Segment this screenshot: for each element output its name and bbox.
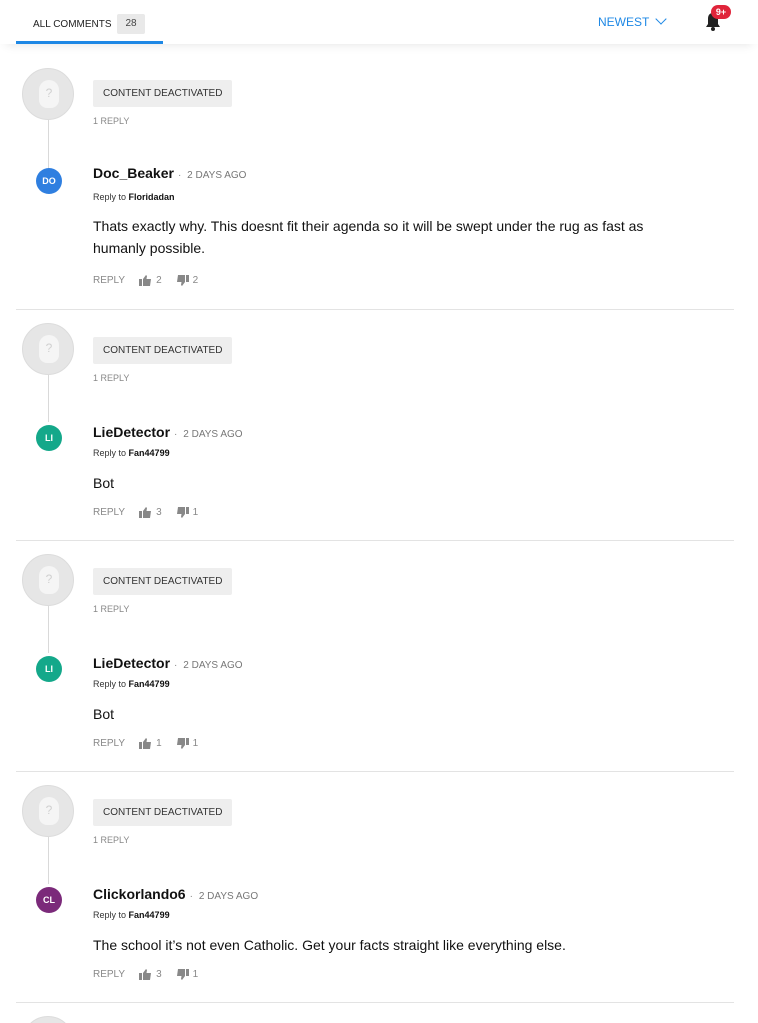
comment-author-row: Clickorlando6 · 2 DAYS AGO — [93, 886, 259, 902]
reply-button[interactable]: REPLY — [93, 969, 125, 980]
thread-line — [48, 120, 49, 172]
comment-actions: REPLY 3 1 — [93, 507, 212, 518]
reply-count-link[interactable]: 1 REPLY — [93, 835, 129, 845]
tab-all-comments[interactable]: ALL COMMENTS 28 — [16, 0, 163, 44]
downvote-count: 1 — [192, 738, 199, 749]
thread-divider — [16, 1002, 734, 1003]
reply-count-link[interactable]: 1 REPLY — [93, 373, 129, 383]
sort-label: NEWEST — [598, 15, 650, 29]
thread-line — [48, 606, 49, 653]
chevron-down-icon — [655, 13, 668, 25]
downvote-count: 1 — [192, 969, 199, 980]
comment-author-row: Doc_Beaker · 2 DAYS AGO — [93, 165, 247, 181]
placeholder-user-icon: ? — [39, 566, 59, 594]
comment-text: Thats exactly why. This doesnt fit their… — [93, 218, 644, 256]
thread-line — [48, 837, 49, 884]
thumbs-up-icon — [139, 507, 152, 518]
comment-actions: REPLY 1 1 — [93, 738, 212, 749]
reply-button[interactable]: REPLY — [93, 507, 125, 518]
thumbs-up-icon — [139, 969, 152, 980]
comment-count-badge: 28 — [117, 14, 145, 34]
upvote-count: 3 — [156, 507, 162, 518]
timestamp: 2 DAYS AGO — [183, 660, 243, 671]
comments-header: ALL COMMENTS 28 NEWEST 9+ — [0, 0, 758, 44]
thumbs-down-icon — [176, 738, 189, 749]
author-name[interactable]: LieDetector — [93, 655, 170, 671]
downvote-button[interactable]: 2 — [176, 275, 199, 286]
comment-author-row: LieDetector · 2 DAYS AGO — [93, 424, 243, 440]
comment-text: Bot — [93, 475, 115, 491]
notifications-button[interactable]: 9+ — [703, 5, 731, 32]
comment-actions: REPLY 2 2 — [93, 275, 212, 286]
downvote-count: 1 — [192, 507, 199, 518]
thumbs-down-icon — [176, 507, 189, 518]
reply-to-line: Reply to Fan44799 — [93, 910, 170, 920]
thread-line — [48, 375, 49, 422]
comment-thread: ? CONTENT DEACTIVATED 1 REPLY LI LieDete… — [0, 541, 758, 772]
reply-button[interactable]: REPLY — [93, 275, 125, 286]
avatar[interactable]: CL — [36, 887, 62, 913]
comment-thread: ? CONTENT DEACTIVATED 1 REPLY CL Clickor… — [0, 772, 758, 1003]
reply-to-user[interactable]: Fan44799 — [129, 910, 170, 920]
thumbs-down-icon — [176, 969, 189, 980]
placeholder-user-icon: ? — [39, 335, 59, 363]
reply-button[interactable]: REPLY — [93, 738, 125, 749]
deactivated-avatar: ? — [22, 554, 74, 606]
upvote-count: 1 — [156, 738, 162, 749]
author-name[interactable]: Doc_Beaker — [93, 165, 174, 181]
content-deactivated-label: CONTENT DEACTIVATED — [93, 568, 233, 595]
deactivated-avatar: ? — [22, 68, 74, 120]
tab-all-comments-label: ALL COMMENTS — [33, 19, 112, 30]
upvote-button[interactable]: 1 — [139, 738, 162, 749]
active-tab-indicator — [16, 41, 163, 44]
reply-to-line: Reply to Floridadan — [93, 192, 175, 202]
comment-text: The school it’s not even Catholic. Get y… — [93, 937, 566, 953]
upvote-count: 3 — [156, 969, 162, 980]
comment-actions: REPLY 3 1 — [93, 969, 212, 980]
deactivated-avatar — [22, 1016, 74, 1023]
downvote-count: 2 — [192, 275, 199, 286]
thumbs-up-icon — [139, 738, 152, 749]
thumbs-up-icon — [139, 275, 152, 286]
avatar[interactable]: DO — [36, 168, 62, 194]
reply-to-user[interactable]: Fan44799 — [129, 679, 170, 689]
upvote-button[interactable]: 3 — [139, 507, 162, 518]
upvote-button[interactable]: 2 — [139, 275, 162, 286]
sort-dropdown[interactable]: NEWEST — [598, 13, 668, 29]
author-name[interactable]: Clickorlando6 — [93, 886, 186, 902]
placeholder-user-icon: ? — [39, 797, 59, 825]
notification-badge: 9+ — [711, 5, 731, 19]
placeholder-user-icon: ? — [39, 80, 59, 108]
timestamp: 2 DAYS AGO — [183, 429, 243, 440]
content-deactivated-label: CONTENT DEACTIVATED — [93, 80, 233, 107]
downvote-button[interactable]: 1 — [176, 969, 199, 980]
timestamp: 2 DAYS AGO — [187, 170, 247, 181]
thumbs-down-icon — [176, 275, 189, 286]
upvote-count: 2 — [156, 275, 162, 286]
avatar[interactable]: LI — [36, 656, 62, 682]
upvote-button[interactable]: 3 — [139, 969, 162, 980]
content-deactivated-label: CONTENT DEACTIVATED — [93, 337, 233, 364]
avatar[interactable]: LI — [36, 425, 62, 451]
comment-thread: ? CONTENT DEACTIVATED 1 REPLY DO Doc_Bea… — [0, 60, 758, 310]
reply-to-line: Reply to Fan44799 — [93, 448, 170, 458]
downvote-button[interactable]: 1 — [176, 738, 199, 749]
timestamp: 2 DAYS AGO — [198, 891, 259, 902]
content-deactivated-label: CONTENT DEACTIVATED — [93, 799, 233, 826]
deactivated-avatar: ? — [22, 323, 74, 375]
reply-to-user[interactable]: Floridadan — [129, 192, 175, 202]
reply-to-line: Reply to Fan44799 — [93, 679, 170, 689]
author-name[interactable]: LieDetector — [93, 424, 170, 440]
reply-to-user[interactable]: Fan44799 — [129, 448, 170, 458]
reply-count-link[interactable]: 1 REPLY — [93, 604, 129, 614]
downvote-button[interactable]: 1 — [176, 507, 199, 518]
reply-count-link[interactable]: 1 REPLY — [93, 116, 129, 126]
comment-thread: ? CONTENT DEACTIVATED 1 REPLY LI LieDete… — [0, 310, 758, 541]
deactivated-avatar: ? — [22, 785, 74, 837]
comment-author-row: LieDetector · 2 DAYS AGO — [93, 655, 243, 671]
comment-text: Bot — [93, 706, 115, 722]
